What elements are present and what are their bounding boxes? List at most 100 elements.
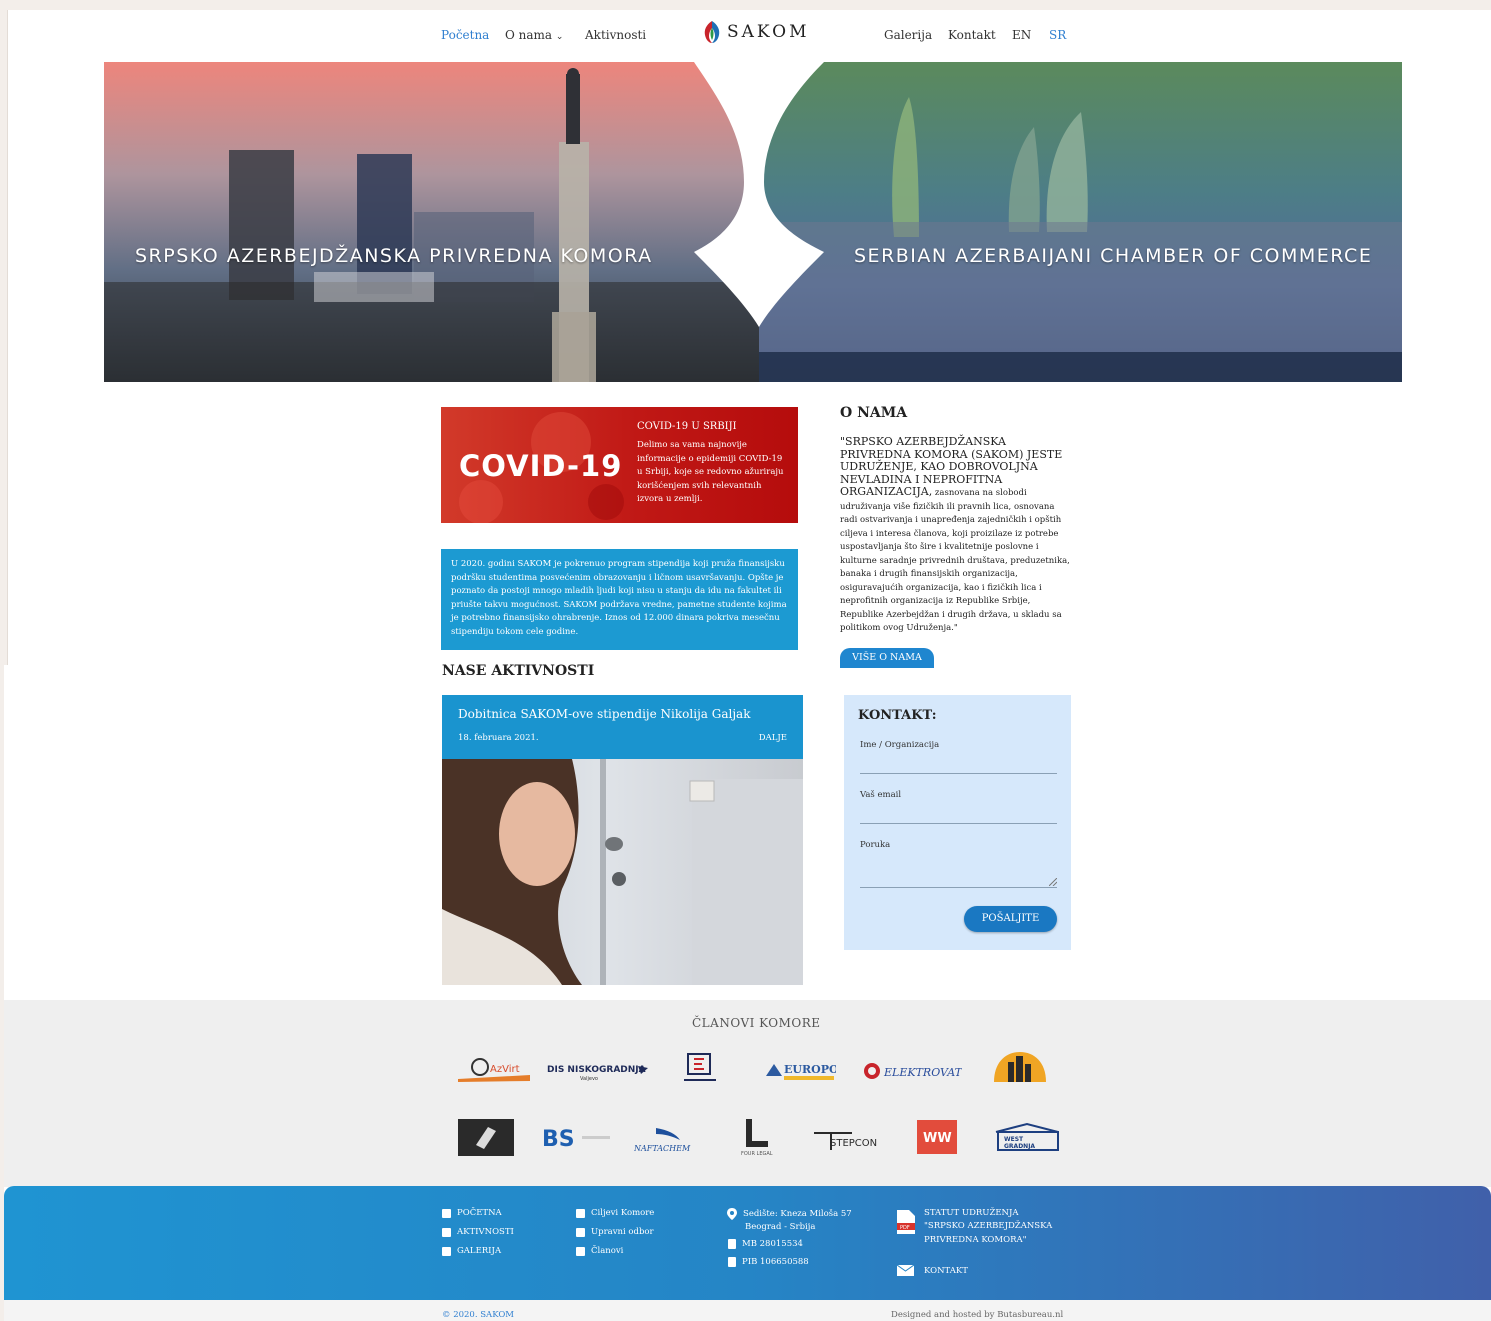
member-logo-ww[interactable]: WW xyxy=(917,1120,957,1154)
member-logo-west-gradnja[interactable]: WEST GRADNJA xyxy=(992,1122,1062,1154)
svg-text:GRADNJA: GRADNJA xyxy=(1004,1143,1035,1150)
activity-card-header: Dobitnica SAKOM-ove stipendije Nikolija … xyxy=(442,695,803,759)
activity-card-photo[interactable] xyxy=(442,759,803,985)
svg-text:NAFTACHEM: NAFTACHEM xyxy=(634,1144,691,1153)
about-text-body: zasnovana na slobodi udruživanja više fi… xyxy=(840,488,1070,634)
footer-link-members[interactable]: Članovi xyxy=(576,1246,623,1256)
name-field[interactable] xyxy=(860,773,1057,774)
svg-text:PDF: PDF xyxy=(900,1225,910,1231)
bookmark-icon xyxy=(442,1227,451,1237)
lang-en[interactable]: EN xyxy=(1012,28,1031,42)
members-heading: ČLANOVI KOMORE xyxy=(692,1016,821,1030)
member-logo-europolis[interactable]: EUROPOLIS xyxy=(764,1058,836,1082)
email-field[interactable] xyxy=(860,823,1057,824)
elektrovat-logo: ELEKTROVAT xyxy=(864,1063,962,1079)
member-logo-dark[interactable] xyxy=(458,1119,514,1156)
more-about-button[interactable]: VIŠE O NAMA xyxy=(840,648,934,668)
svg-text:WEST: WEST xyxy=(1004,1136,1024,1143)
member-logo-elektrovat[interactable]: ELEKTROVAT xyxy=(862,1060,962,1082)
footer-statute-line3[interactable]: PRIVREDNA KOMORA" xyxy=(924,1235,1027,1245)
nav-about-label: O nama xyxy=(505,28,553,42)
member-logo-naftachem[interactable]: NAFTACHEM xyxy=(634,1124,698,1154)
hero-caption-sr: SRPSKO AZERBEJDŽANSKA PRIVREDNA KOMORA xyxy=(135,245,653,267)
contact-heading: KONTAKT: xyxy=(858,708,937,723)
nav-gallery[interactable]: Galerija xyxy=(884,28,932,42)
four-legal-logo: FOUR LEGAL xyxy=(741,1119,773,1157)
resize-handle-icon[interactable] xyxy=(1049,878,1057,886)
credits[interactable]: Designed and hosted by Butasbureau.nl xyxy=(891,1310,1063,1320)
activity-card-title[interactable]: Dobitnica SAKOM-ove stipendije Nikolija … xyxy=(458,707,750,721)
bs-logo: BS xyxy=(542,1127,610,1152)
document-icon xyxy=(728,1239,736,1249)
activity-card-more-link[interactable]: DALJE xyxy=(759,733,787,743)
message-field[interactable] xyxy=(860,887,1057,888)
building-logo xyxy=(994,1052,1046,1082)
member-logo-azvirt[interactable]: AzVirt xyxy=(458,1055,530,1083)
submit-button[interactable]: POŠALJITE xyxy=(964,906,1057,932)
member-logo-building[interactable] xyxy=(992,1050,1048,1084)
envelope-icon xyxy=(897,1265,914,1276)
chevron-down-icon: ⌄ xyxy=(555,32,564,42)
logo-text: SAKOM xyxy=(727,22,810,42)
member-logo-elektrovat-e[interactable] xyxy=(680,1052,720,1084)
footer-contact-link[interactable]: KONTAKT xyxy=(897,1265,968,1276)
footer-link-goals[interactable]: Ciljevi Komore xyxy=(576,1208,654,1218)
footer-link-label: Članovi xyxy=(591,1246,624,1256)
footer-address-2: Beograd - Srbija xyxy=(745,1222,815,1232)
activities-heading: NASE AKTIVNOSTI xyxy=(442,663,595,679)
footer-pib: PIB 106650588 xyxy=(728,1257,809,1267)
footer-link-home[interactable]: POČETNA xyxy=(442,1208,502,1218)
message-field-label: Poruka xyxy=(860,840,891,850)
dark-logo xyxy=(458,1119,514,1156)
footer-link-board[interactable]: Upravni odbor xyxy=(576,1227,654,1237)
footer-link-activities[interactable]: AKTIVNOSTI xyxy=(442,1227,514,1237)
site-logo[interactable]: SAKOM xyxy=(703,20,810,44)
member-logo-dis-niskogradnja[interactable]: DIS NISKOGRADNJA Valjevo xyxy=(545,1058,650,1082)
nav-about[interactable]: O nama ⌄ xyxy=(505,28,563,42)
covid-text: Delimo sa vama najnovije informacije o e… xyxy=(637,440,784,504)
statute-line-1: STATUT UDRUŽENJA xyxy=(924,1208,1019,1218)
naftachem-logo: NAFTACHEM xyxy=(634,1128,691,1153)
svg-text:STEPCON: STEPCON xyxy=(830,1138,877,1149)
member-logo-bs[interactable]: BS xyxy=(542,1124,612,1152)
bottom-bar xyxy=(4,1300,1491,1321)
bookmark-icon xyxy=(576,1227,585,1237)
hero-caption-en: SERBIAN AZERBAIJANI CHAMBER OF COMMERCE xyxy=(854,245,1373,267)
nav-activities[interactable]: Aktivnosti xyxy=(585,28,646,42)
copyright[interactable]: © 2020. SAKOM xyxy=(442,1310,514,1320)
address-line-1: Sedište: Kneza Miloša 57 xyxy=(743,1209,852,1219)
footer-address: Sedište: Kneza Miloša 57 xyxy=(727,1208,852,1220)
activity-card[interactable]: Dobitnica SAKOM-ove stipendije Nikolija … xyxy=(442,695,803,985)
bookmark-icon xyxy=(576,1208,585,1218)
activity-card-date: 18. februara 2021. xyxy=(458,733,539,743)
member-logo-stepcon[interactable]: STEPCON xyxy=(812,1124,882,1152)
svg-text:EUROPOLIS: EUROPOLIS xyxy=(784,1063,836,1076)
footer-link-gallery[interactable]: GALERIJA xyxy=(442,1246,501,1256)
window-frame-top xyxy=(0,0,1491,10)
member-logo-four-legal[interactable]: FOUR LEGAL xyxy=(738,1117,774,1157)
footer-statute-link[interactable]: STATUT UDRUŽENJA xyxy=(924,1208,1019,1218)
pdf-icon[interactable]: PDF xyxy=(897,1210,915,1234)
nav-home[interactable]: Početna xyxy=(441,28,489,42)
hero-banner: SRPSKO AZERBEJDŽANSKA PRIVREDNA KOMORA S… xyxy=(104,62,1402,382)
email-field-label: Vaš email xyxy=(860,790,902,800)
hero-divider xyxy=(694,62,824,327)
statute-line-2: "SRPSKO AZERBEJDŽANSKA xyxy=(924,1221,1053,1231)
student-photo xyxy=(442,759,803,985)
svg-text:AzVirt: AzVirt xyxy=(490,1064,520,1075)
west-gradnja-logo: WESTGRADNJA xyxy=(995,1122,1059,1151)
footer-statute-line2[interactable]: "SRPSKO AZERBEJDŽANSKA xyxy=(924,1221,1052,1231)
lang-sr[interactable]: SR xyxy=(1049,28,1066,42)
stepcon-logo: STEPCON xyxy=(814,1132,877,1150)
footer-link-label: AKTIVNOSTI xyxy=(457,1227,514,1237)
document-icon xyxy=(728,1257,736,1267)
pdf-file-icon: PDF xyxy=(897,1210,915,1234)
covid-banner[interactable]: COVID-19 COVID-19 U SRBIJI Delimo sa vam… xyxy=(441,407,798,523)
about-heading: O NAMA xyxy=(840,405,908,421)
azvirt-logo: AzVirt xyxy=(458,1058,530,1082)
sakom-flag-icon xyxy=(704,21,720,43)
nav-contact[interactable]: Kontakt xyxy=(948,28,996,42)
statute-line-3: PRIVREDNA KOMORA" xyxy=(924,1235,1027,1245)
footer-mb: MB 28015534 xyxy=(728,1239,803,1249)
window-frame-left xyxy=(0,10,8,665)
